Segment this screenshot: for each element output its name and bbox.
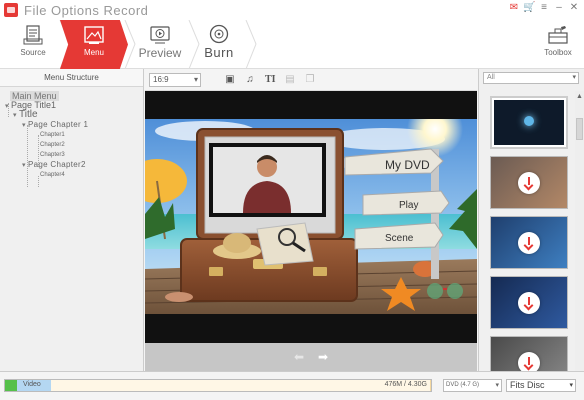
template-thumbnail[interactable]	[490, 156, 568, 209]
fit-mode-select[interactable]: Fits Disc	[506, 379, 576, 392]
template-disc-glow	[524, 116, 534, 126]
toolbox-button[interactable]: Toolbox	[538, 20, 578, 69]
music-icon[interactable]: ♫	[245, 74, 255, 85]
tree-item-chapter[interactable]: Chapter3	[40, 150, 143, 160]
app-logo-icon	[4, 3, 18, 17]
menu-icon[interactable]: ≡	[538, 2, 550, 14]
toolbox-label: Toolbox	[544, 48, 572, 57]
window-controls: ✉ 🛒 ≡ – ✕	[508, 2, 580, 14]
tree-item-title[interactable]: ▾ Title	[13, 110, 143, 120]
step-menu-button[interactable]: Menu	[66, 20, 122, 69]
edit-tools: ▣ ♫ TI ▤ ❐	[225, 74, 315, 85]
tree-item-main-menu[interactable]: Main Menu	[0, 90, 143, 101]
layout-icon[interactable]: ▤	[285, 74, 295, 85]
aspect-ratio-select[interactable]: 16:9	[149, 72, 201, 87]
minimize-icon[interactable]: –	[553, 2, 565, 14]
template-preview	[494, 100, 564, 145]
scene-button-text[interactable]: Scene	[385, 233, 414, 244]
download-icon[interactable]	[518, 291, 540, 314]
step-source-label: Source	[20, 48, 46, 57]
template-panel: All ▲	[478, 69, 584, 389]
tree-item-chapter[interactable]: Chapter1	[40, 130, 143, 140]
close-icon[interactable]: ✕	[568, 2, 580, 14]
suitcase-clasp	[209, 267, 223, 276]
suitcase-clasp	[313, 267, 327, 276]
preview-nav-strip: ⬅ ➡	[145, 343, 477, 371]
capacity-fill	[5, 380, 431, 391]
template-filter-select[interactable]: All	[483, 72, 579, 84]
cart-icon[interactable]: 🛒	[523, 2, 535, 14]
tree-item-page-chapter-2[interactable]: ▾ Page Chapter2	[22, 160, 143, 170]
status-bar: Video 476M / 4.30G DVD (4.7 G) Fits Disc	[0, 371, 584, 400]
title-bar: File Options Record ✉ 🛒 ≡ – ✕	[0, 0, 584, 20]
background-image-icon[interactable]: ▣	[225, 74, 235, 85]
tree-item-page-chapter-2-label: Page Chapter2	[28, 160, 86, 169]
tree-item-chapter-label: Chapter1	[40, 132, 65, 138]
step-burn-button[interactable]: Burn	[194, 20, 244, 69]
capacity-size-text: 476M / 4.30G	[384, 381, 427, 388]
scrollbar-thumb[interactable]	[576, 118, 583, 140]
tree-item-chapter[interactable]: Chapter4	[40, 170, 143, 180]
previous-page-arrow-icon[interactable]: ⬅	[294, 350, 304, 364]
straw-hat-crown	[223, 233, 251, 253]
sunglasses-lens	[447, 283, 463, 299]
shell	[165, 292, 193, 302]
download-icon[interactable]	[518, 171, 540, 194]
tree-item-chapter-label: Chapter4	[40, 172, 65, 178]
disc-capacity-bar: Video 476M / 4.30G	[4, 379, 432, 392]
document-icon	[23, 25, 43, 45]
menu-structure-panel: Menu Structure Main Menu ▾ Page Title1 ▾ T…	[0, 69, 144, 371]
step-preview-button[interactable]: Preview	[132, 20, 188, 69]
step-preview-label: Preview	[138, 46, 182, 60]
feedback-icon[interactable]: ✉	[508, 2, 520, 14]
menu-preview-area: My DVD Play Scene	[145, 91, 477, 343]
tree-item-chapter-label: Chapter2	[40, 142, 65, 148]
next-page-arrow-icon[interactable]: ➡	[318, 350, 328, 364]
template-thumbnail[interactable]	[490, 216, 568, 269]
tree-item-chapter-label: Chapter3	[40, 152, 65, 158]
menu-template-icon	[84, 26, 104, 44]
tree-item-chapter[interactable]: Chapter2	[40, 140, 143, 150]
step-source-button[interactable]: Source	[8, 20, 58, 69]
preview-play-icon	[150, 26, 170, 44]
download-icon[interactable]	[518, 231, 540, 254]
disc-type-select[interactable]: DVD (4.7 G)	[443, 379, 502, 392]
template-list	[490, 96, 570, 396]
menu-preview-canvas[interactable]: My DVD Play Scene	[145, 119, 477, 314]
step-burn-label: Burn	[204, 45, 234, 60]
menu-title-text[interactable]: My DVD	[385, 158, 430, 172]
template-thumbnail-selected[interactable]	[490, 96, 568, 149]
menu-edit-toolbar: 16:9 ▣ ♫ TI ▤ ❐	[145, 69, 477, 91]
capacity-used-segment	[5, 380, 17, 391]
tree-item-title-label: Title	[19, 109, 38, 120]
tree-item-page-chapter-1-label: Page Chapter 1	[28, 120, 89, 129]
step-menu-label: Menu	[83, 48, 104, 57]
window-title: File Options Record	[24, 2, 149, 18]
capacity-video-label: Video	[23, 381, 41, 388]
template-scrollbar[interactable]: ▲	[575, 91, 584, 371]
disc-icon	[209, 24, 229, 44]
toolbox-icon	[548, 26, 568, 44]
step-separator	[245, 20, 257, 69]
copy-icon[interactable]: ❐	[305, 74, 315, 85]
menu-tree: Main Menu ▾ Page Title1 ▾ Title ▾ Page Chap…	[0, 87, 143, 187]
play-button-text[interactable]: Play	[399, 200, 418, 211]
template-thumbnail[interactable]	[490, 276, 568, 329]
scroll-up-icon[interactable]: ▲	[576, 93, 583, 100]
tree-item-page-chapter-1[interactable]: ▾ Page Chapter 1	[22, 120, 143, 130]
tree-connector	[38, 176, 39, 187]
text-icon[interactable]: TI	[265, 74, 276, 85]
step-toolbar: Source Menu Preview Burn Toolbox	[0, 20, 584, 69]
menu-structure-header: Menu Structure	[0, 69, 143, 87]
tree-connector	[27, 125, 28, 187]
sunglasses-lens	[427, 283, 443, 299]
